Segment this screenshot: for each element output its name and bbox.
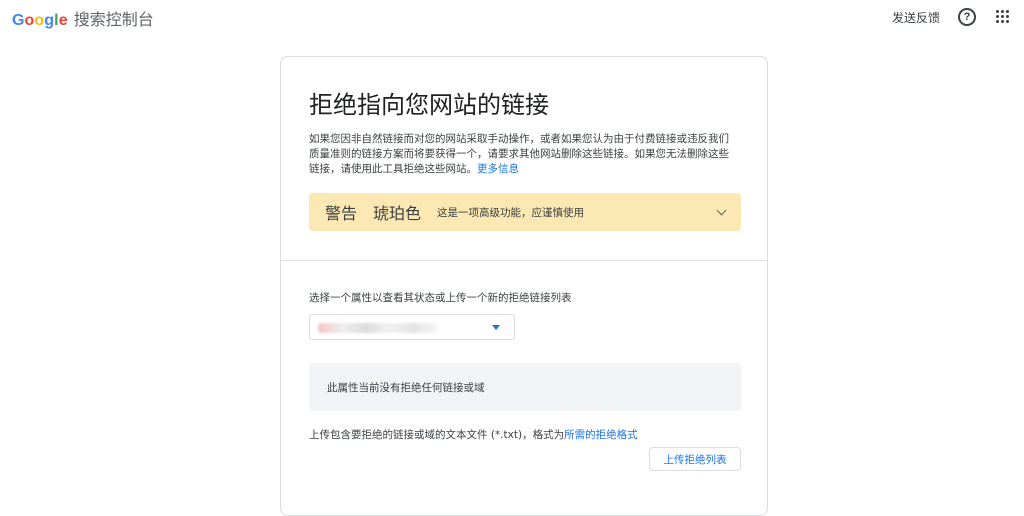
section-divider [281,260,767,261]
learn-more-link[interactable]: 更多信息 [477,163,519,175]
help-icon[interactable]: ? [958,8,976,26]
google-logo: G o o g l e [12,12,68,30]
warning-description: 这是一项高级功能，应谨慎使用 [437,206,585,219]
disavow-card: 拒绝指向您网站的链接 如果您因非自然链接而对您的网站采取手动操作，或者如果您认为… [280,56,768,516]
page-title: 拒绝指向您网站的链接 [309,91,549,119]
property-select[interactable] [309,314,515,340]
intro-paragraph: 如果您因非自然链接而对您的网站采取手动操作，或者如果您认为由于付费链接或违反我们… [309,133,729,175]
logo-letter: G [12,12,25,29]
warning-banner[interactable]: 警告 琥珀色 这是一项高级功能，应谨慎使用 [309,193,741,231]
product-name: 搜索控制台 [73,10,154,29]
upload-instructions-text: 上传包含要拒绝的链接或域的文本文件 (*.txt)，格式为 [309,429,565,441]
brand[interactable]: G o o g l e 搜索控制台 [12,6,154,30]
logo-letter: o [24,12,35,29]
apps-grid-icon[interactable] [994,8,1012,26]
upload-disavow-list-button[interactable]: 上传拒绝列表 [649,447,741,471]
dropdown-arrow-icon[interactable] [492,325,500,330]
upload-instructions: 上传包含要拒绝的链接或域的文本文件 (*.txt)，格式为所需的拒绝格式 [309,427,638,442]
logo-letter: e [58,12,68,29]
intro-text: 如果您因非自然链接而对您的网站采取手动操作，或者如果您认为由于付费链接或违反我们… [309,132,739,177]
logo-letter: g [44,12,55,29]
warning-level: 琥珀色 [373,204,422,223]
property-select-label: 选择一个属性以查看其状态或上传一个新的拒绝链接列表 [309,292,572,304]
warning-title: 警告 [325,204,358,223]
blurred-property-value [318,323,438,333]
send-feedback-link[interactable]: 发送反馈 [892,9,940,26]
logo-letter: o [34,12,45,29]
required-format-link[interactable]: 所需的拒绝格式 [564,429,638,441]
empty-state-message: 此属性当前没有拒绝任何链接或域 [309,363,741,411]
header-actions: 发送反馈 ? [892,8,1012,26]
top-bar: G o o g l e 搜索控制台 发送反馈 ? [0,0,1024,36]
chevron-down-icon[interactable] [716,205,727,215]
